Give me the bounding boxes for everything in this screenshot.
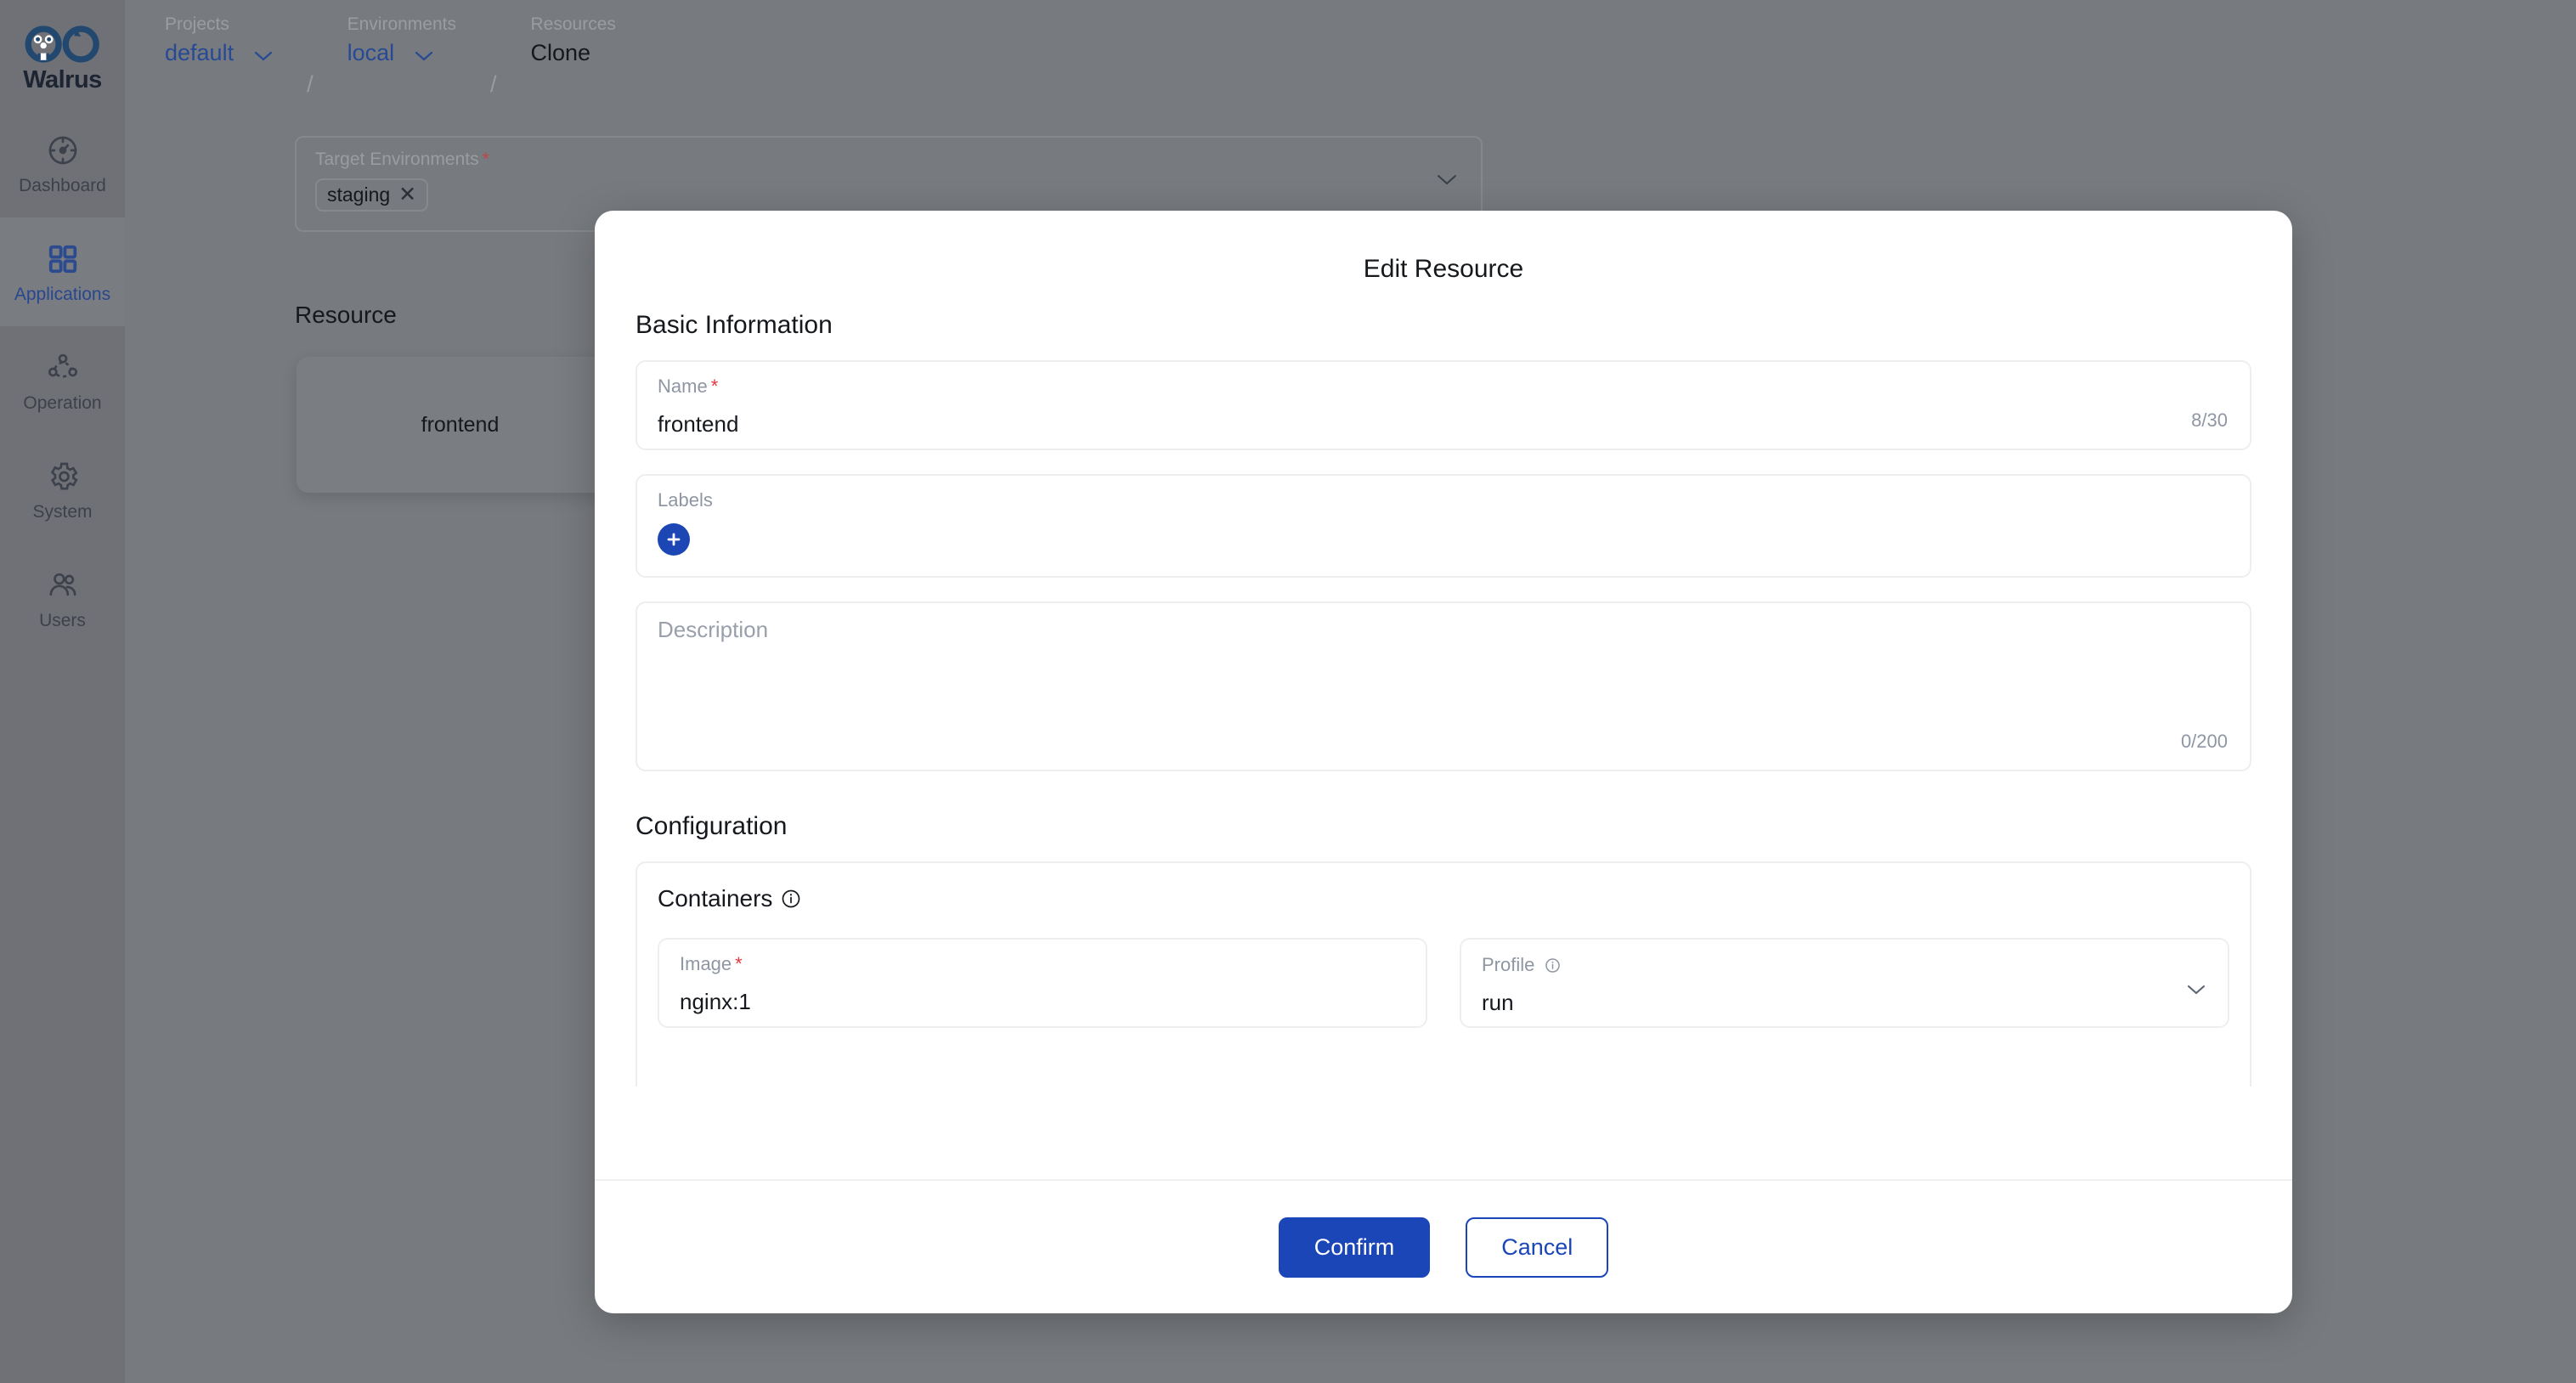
name-input[interactable]: frontend — [658, 413, 2229, 435]
description-placeholder: Description — [658, 617, 769, 642]
labels-field-label: Labels — [658, 489, 713, 511]
chevron-down-icon[interactable] — [2187, 984, 2206, 999]
environment-tag-label: staging — [327, 183, 391, 206]
breadcrumb: Projects default / Environments local / … — [165, 0, 616, 99]
sidebar-item-applications[interactable]: Applications — [0, 217, 125, 326]
brand-logo[interactable]: Walrus — [0, 8, 125, 109]
name-field[interactable]: Name * frontend 8/30 — [636, 360, 2251, 450]
breadcrumb-environments-caption: Environments — [347, 14, 456, 34]
configuration-heading: Configuration — [636, 812, 788, 840]
add-label-button[interactable] — [658, 523, 690, 556]
resource-card-label: frontend — [421, 412, 500, 437]
users-icon — [44, 567, 82, 604]
close-icon[interactable]: ✕ — [398, 184, 416, 206]
breadcrumb-environments-value[interactable]: local — [347, 42, 395, 65]
dialog-title: Edit Resource — [1363, 255, 1524, 283]
gear-icon — [44, 458, 82, 495]
sidebar-item-label: Dashboard — [19, 176, 106, 195]
sidebar-item-users[interactable]: Users — [0, 544, 125, 652]
image-field[interactable]: Image * nginx:1 — [658, 938, 1427, 1028]
dialog-footer: Confirm Cancel — [595, 1179, 2292, 1313]
basic-information-heading: Basic Information — [636, 311, 833, 339]
breadcrumb-separator: / — [307, 71, 314, 97]
breadcrumb-projects-caption: Projects — [165, 14, 229, 34]
chevron-down-icon[interactable] — [254, 50, 273, 61]
resource-section-title: Resource — [295, 302, 397, 328]
labels-field: Labels — [636, 474, 2251, 578]
name-field-label: Name * — [658, 375, 719, 397]
required-marker: * — [735, 953, 743, 974]
target-environments-label: Target Environments * — [315, 150, 489, 169]
containers-title: Containers — [658, 885, 773, 912]
resource-card[interactable]: frontend — [297, 357, 624, 493]
description-char-counter: 0/200 — [2180, 731, 2228, 752]
plus-icon — [665, 531, 682, 548]
required-marker: * — [482, 150, 489, 169]
required-marker: * — [710, 375, 719, 397]
grid-icon — [44, 240, 82, 278]
breadcrumb-resources: Resources Clone — [531, 15, 616, 65]
breadcrumb-resources-caption: Resources — [530, 14, 616, 34]
containers-title-row: Containers — [658, 885, 2229, 912]
confirm-button[interactable]: Confirm — [1278, 1216, 1431, 1278]
environment-tag[interactable]: staging ✕ — [315, 178, 429, 212]
sidebar-item-label: System — [32, 502, 93, 522]
walrus-infinity-logo-icon — [21, 24, 105, 65]
image-field-label: Image * — [680, 953, 743, 974]
sidebar-item-dashboard[interactable]: Dashboard — [0, 109, 125, 217]
sidebar-item-label: Operation — [23, 393, 102, 413]
description-field[interactable]: Description 0/200 — [636, 601, 2251, 771]
breadcrumb-separator: / — [489, 71, 497, 97]
sidebar-item-label: Users — [39, 611, 86, 630]
sidebar-item-system[interactable]: System — [0, 435, 125, 544]
profile-select-value[interactable]: run — [1482, 991, 2207, 1013]
sidebar: Walrus Dashboard Applications Operation … — [0, 0, 125, 1383]
profile-field[interactable]: Profile run — [1460, 938, 2229, 1028]
chevron-down-icon[interactable] — [1437, 173, 1457, 189]
container-fields-row: Image * nginx:1 Profile run — [658, 938, 2229, 1028]
containers-card: Containers Image * nginx:1 Profile run — [636, 861, 2251, 1087]
image-input[interactable]: nginx:1 — [680, 991, 1405, 1013]
brand-name: Walrus — [23, 65, 102, 93]
edit-resource-dialog: Edit Resource Basic Information Name * fr… — [595, 211, 2292, 1313]
dialog-body: Basic Information Name * frontend 8/30 La… — [595, 292, 2292, 1179]
sidebar-item-operation[interactable]: Operation — [0, 326, 125, 435]
cancel-button[interactable]: Cancel — [1466, 1216, 1609, 1278]
chevron-down-icon[interactable] — [415, 50, 433, 61]
breadcrumb-projects-value[interactable]: default — [165, 42, 234, 65]
info-circle-icon[interactable] — [781, 889, 801, 909]
gauge-icon — [44, 132, 82, 169]
sidebar-item-label: Applications — [14, 285, 111, 304]
info-circle-icon[interactable] — [1545, 957, 1561, 974]
topology-icon — [44, 349, 82, 387]
breadcrumb-projects: Projects default — [165, 15, 273, 65]
profile-field-label: Profile — [1482, 955, 2207, 974]
name-char-counter: 8/30 — [2191, 409, 2228, 431]
breadcrumb-environments: Environments local — [347, 15, 456, 65]
breadcrumb-resources-value: Clone — [530, 40, 591, 65]
